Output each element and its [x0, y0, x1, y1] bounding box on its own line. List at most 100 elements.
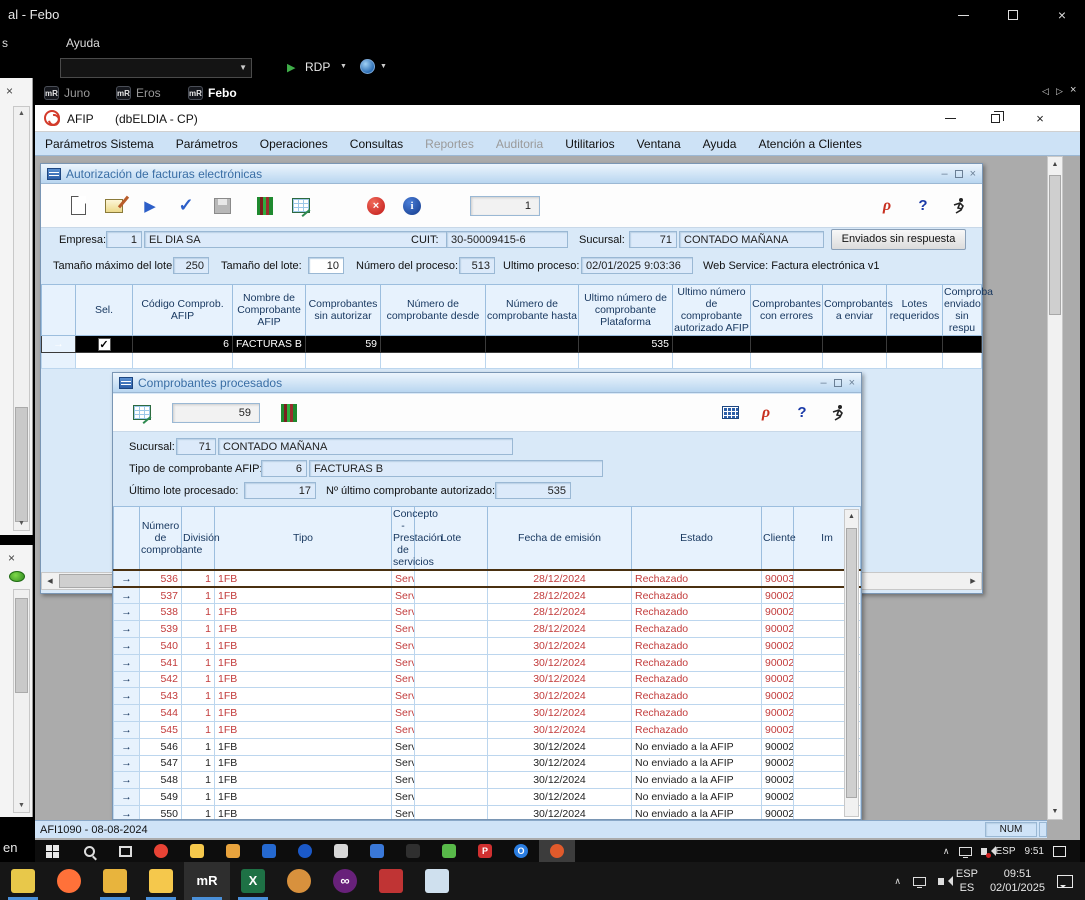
invoice-row[interactable]: → 539 1 1FB Servicios 28/12/2024 Rechaza…	[114, 621, 861, 638]
taskbar-app-button[interactable]	[46, 862, 92, 900]
help-button[interactable]: ?	[906, 189, 940, 223]
outer-minimize-button[interactable]	[940, 0, 986, 30]
export-grid-button[interactable]	[125, 396, 159, 430]
taskbar-app-button[interactable]	[276, 862, 322, 900]
invoice-row[interactable]: → 550 1 1FB Servicios 30/12/2024 No envi…	[114, 805, 861, 819]
search-button[interactable]	[71, 840, 107, 862]
quit-button[interactable]	[821, 396, 855, 430]
mdi-vertical-scrollbar[interactable]: ▲ ▼	[1047, 156, 1063, 820]
confirm-button[interactable]: ✓	[169, 189, 203, 223]
afip-menu-item[interactable]: Utilitarios	[565, 137, 614, 151]
invoice-row[interactable]: → 540 1 1FB Servicios 30/12/2024 Rechaza…	[114, 638, 861, 655]
scroll-thumb[interactable]	[846, 528, 857, 798]
process-count-field[interactable]: 1	[470, 196, 540, 216]
invoice-row[interactable]: → 545 1 1FB Servicios 30/12/2024 Rechaza…	[114, 721, 861, 738]
outer-close-button[interactable]: ×	[1039, 0, 1085, 30]
afip-restore-button[interactable]	[975, 105, 1015, 132]
invoice-row[interactable]: → 541 1 1FB Servicios 30/12/2024 Rechaza…	[114, 654, 861, 671]
clock[interactable]: 09:51 02/01/2025	[990, 867, 1045, 896]
afip-minimize-button[interactable]	[930, 105, 970, 132]
scroll-right-icon[interactable]: ▶	[965, 573, 981, 589]
scroll-down-icon[interactable]: ▼	[1048, 808, 1062, 815]
afip-menu-item[interactable]: Atención a Clientes	[758, 137, 861, 151]
column-header[interactable]: Estado	[632, 507, 762, 571]
rdp-dropdown-icon[interactable]: ▼	[340, 63, 347, 70]
exit-button[interactable]: ρ	[749, 396, 783, 430]
afip-menu-item[interactable]: Operaciones	[260, 137, 328, 151]
invoice-row[interactable]: → 549 1 1FB Servicios 30/12/2024 No envi…	[114, 789, 861, 806]
column-header[interactable]: Sel.	[76, 285, 133, 336]
connection-tab[interactable]: mR Eros	[110, 82, 167, 104]
taskbar-app-button[interactable]	[539, 840, 575, 862]
globe-dropdown-icon[interactable]: ▼	[380, 63, 387, 70]
dock-scrollbar[interactable]: ▲ ▼	[13, 106, 30, 531]
language-indicator[interactable]: ESP ES	[956, 867, 978, 896]
invoice-row[interactable]: → 547 1 1FB Servicios 30/12/2024 No envi…	[114, 755, 861, 772]
invoice-row[interactable]: → 543 1 1FB Servicios 30/12/2024 Rechaza…	[114, 688, 861, 705]
invoice-row[interactable]: → 542 1 1FB Servicios 30/12/2024 Rechaza…	[114, 671, 861, 688]
globe-icon[interactable]	[360, 59, 375, 74]
taskbar-app-button[interactable]	[287, 840, 323, 862]
properties-button[interactable]	[97, 189, 131, 223]
connection-tab[interactable]: mR Juno	[38, 82, 96, 104]
scroll-thumb[interactable]	[1049, 175, 1061, 315]
taskbar-app-button[interactable]: P	[467, 840, 503, 862]
save-button[interactable]	[205, 189, 239, 223]
afip-menu-item[interactable]: Parámetros	[176, 137, 238, 151]
taskbar-app-button[interactable]: O	[503, 840, 539, 862]
taskbar-app-button[interactable]: mR	[184, 862, 230, 900]
batch-button[interactable]	[272, 396, 306, 430]
taskbar-app-button[interactable]	[323, 840, 359, 862]
scroll-down-icon[interactable]: ▼	[14, 802, 29, 809]
afip-menu-item[interactable]: Reportes	[425, 137, 474, 151]
invoice-row[interactable]: → 537 1 1FB Servicios 28/12/2024 Rechaza…	[114, 587, 861, 604]
export-grid-button[interactable]	[284, 189, 318, 223]
batch-button[interactable]	[248, 189, 282, 223]
taskbar-app-button[interactable]: ∞	[322, 862, 368, 900]
taskbar-app-button[interactable]	[215, 840, 251, 862]
column-header[interactable]: Tipo	[215, 507, 392, 571]
taskbar-app-button[interactable]	[414, 862, 460, 900]
column-header[interactable]: Cliente	[762, 507, 794, 571]
afip-menu-item[interactable]: Consultas	[350, 137, 403, 151]
minimize-icon[interactable]: –	[941, 168, 947, 180]
column-header[interactable]: División	[182, 507, 215, 571]
column-header[interactable]: Código Comprob. AFIP	[133, 285, 233, 336]
notification-center-icon[interactable]	[1053, 846, 1066, 857]
taskbar-app-button[interactable]	[92, 862, 138, 900]
taskbar-app-button[interactable]	[138, 862, 184, 900]
count-field[interactable]: 59	[172, 403, 260, 423]
selected-afip-type-row[interactable]: → ✓ 6 FACTURAS B 59 535	[42, 336, 982, 353]
maximize-icon[interactable]	[955, 170, 963, 178]
taskbar-app-button[interactable]	[368, 862, 414, 900]
invoice-row[interactable]: → 538 1 1FB Servicios 28/12/2024 Rechaza…	[114, 604, 861, 621]
taskbar-app-button[interactable]	[431, 840, 467, 862]
network-icon[interactable]	[913, 877, 926, 886]
scroll-thumb[interactable]	[15, 598, 28, 693]
exit-button[interactable]: ρ	[870, 189, 904, 223]
tab-nav-left-icon[interactable]: ◁	[1042, 86, 1049, 97]
outer-maximize-button[interactable]	[990, 0, 1036, 30]
column-header[interactable]: Comprobantes sin autorizar	[306, 285, 381, 336]
afip-menu-item[interactable]: Ventana	[637, 137, 681, 151]
tray-chevron-up-icon[interactable]: ∧	[943, 846, 950, 857]
new-button[interactable]	[61, 189, 95, 223]
maximize-icon[interactable]	[834, 379, 842, 387]
column-header[interactable]: Ultimo número de comprobante autorizado …	[673, 285, 751, 336]
tray-chevron-up-icon[interactable]: ∧	[894, 876, 901, 887]
dock-scrollbar[interactable]: ▼	[13, 589, 30, 813]
dock-close-icon[interactable]: ×	[6, 84, 13, 98]
checkbox-checked[interactable]: ✓	[98, 338, 111, 351]
afip-menu-item[interactable]: Auditoria	[496, 137, 543, 151]
column-header[interactable]: Nombre de Comprobante AFIP	[233, 285, 306, 336]
start-button[interactable]	[35, 840, 71, 862]
help-button[interactable]: ?	[785, 396, 819, 430]
column-header[interactable]: Comprobantes a enviar	[823, 285, 887, 336]
lote-input[interactable]: 10	[308, 257, 344, 274]
notification-center-icon[interactable]	[1057, 875, 1073, 888]
connection-combobox[interactable]: ▼	[60, 58, 252, 78]
column-header[interactable]: Comproba enviado sin respu	[943, 285, 982, 336]
taskbar-app-button[interactable]	[179, 840, 215, 862]
volume-icon[interactable]	[981, 848, 987, 855]
column-header[interactable]: Número de comprobante desde	[381, 285, 486, 336]
